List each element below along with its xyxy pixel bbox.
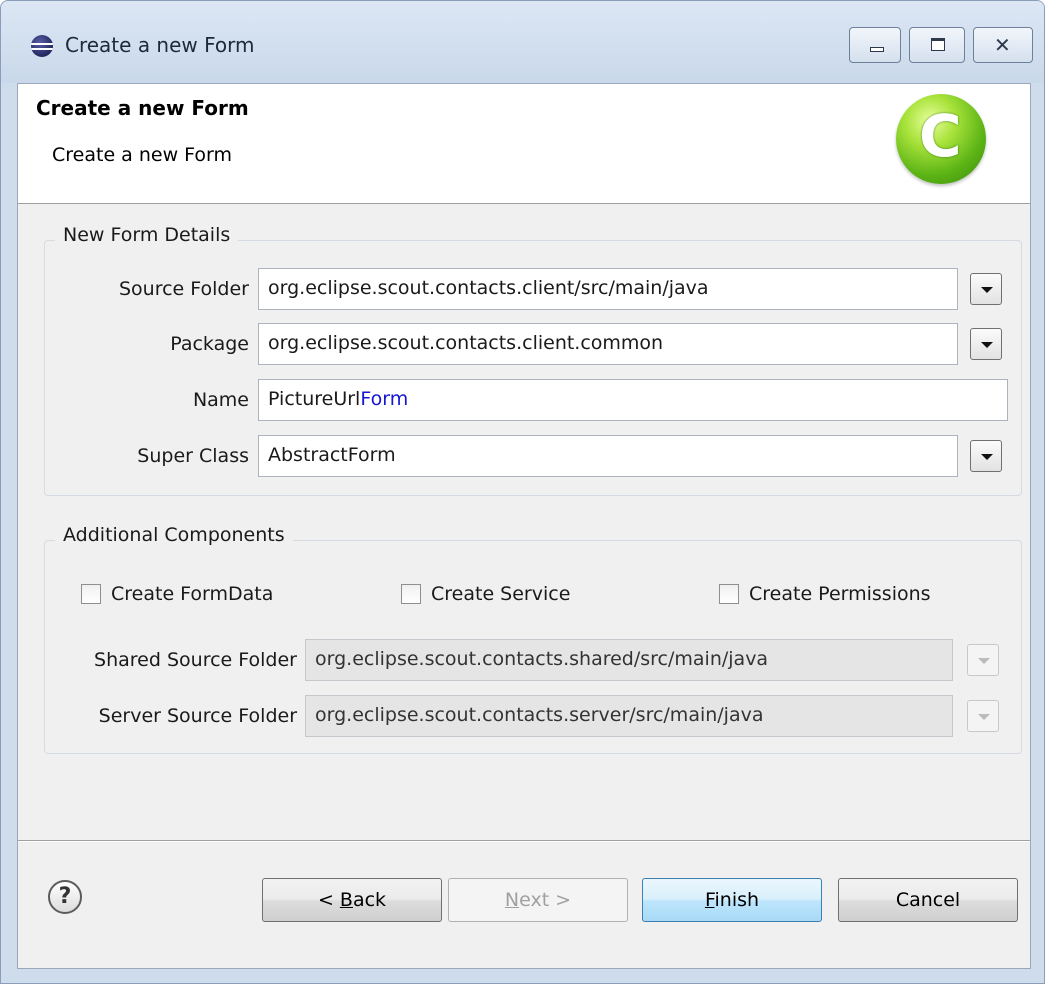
scout-logo-icon: C	[896, 94, 986, 184]
next-button[interactable]: Next >	[448, 878, 628, 922]
shared-source-folder-label: Shared Source Folder	[94, 649, 297, 671]
minimize-button[interactable]	[849, 27, 901, 63]
server-source-folder-dropdown-button	[967, 700, 999, 732]
name-value-prefix: PictureUrl	[268, 388, 361, 410]
server-source-folder-label: Server Source Folder	[98, 705, 297, 727]
checkbox-label: Create Permissions	[749, 583, 931, 605]
create-service-checkbox[interactable]: Create Service	[401, 583, 570, 605]
source-folder-field[interactable]: org.eclipse.scout.contacts.client/src/ma…	[258, 268, 958, 310]
checkbox-box[interactable]	[401, 584, 421, 604]
super-class-dropdown-button[interactable]	[970, 440, 1002, 472]
back-mnemonic: B	[339, 889, 353, 911]
close-button[interactable]: ✕	[973, 27, 1033, 63]
source-folder-label: Source Folder	[118, 278, 249, 300]
package-label: Package	[170, 333, 249, 355]
super-class-field[interactable]: AbstractForm	[258, 435, 958, 477]
wizard-title: Create a new Form	[36, 96, 249, 120]
back-button[interactable]: < Back	[262, 878, 442, 922]
scout-logo-letter: C	[919, 102, 962, 170]
eclipse-icon	[31, 35, 53, 57]
minimize-icon	[870, 47, 884, 52]
create-permissions-checkbox[interactable]: Create Permissions	[719, 583, 931, 605]
checkbox-box[interactable]	[81, 584, 101, 604]
back-rest: ack	[352, 889, 387, 911]
group-legend: New Form Details	[55, 224, 239, 246]
create-form-dialog: Create a new Form ✕ Create a new Form Cr…	[0, 0, 1045, 984]
name-field[interactable]: PictureUrlForm	[258, 379, 1008, 421]
create-formdata-checkbox[interactable]: Create FormData	[81, 583, 273, 605]
name-label: Name	[192, 389, 249, 411]
shared-source-folder-dropdown-button	[967, 644, 999, 676]
back-prefix: <	[317, 889, 340, 911]
window-title: Create a new Form	[65, 33, 255, 57]
name-value-suffix: Form	[360, 388, 409, 410]
server-source-folder-field: org.eclipse.scout.contacts.server/src/ma…	[305, 695, 953, 737]
next-mnemonic: N	[504, 889, 520, 911]
source-folder-dropdown-button[interactable]	[970, 273, 1002, 305]
super-class-label: Super Class	[137, 445, 249, 467]
checkbox-label: Create Service	[431, 583, 571, 605]
dialog-content: Create a new Form Create a new Form C Ne…	[17, 83, 1031, 969]
package-field[interactable]: org.eclipse.scout.contacts.client.common	[258, 323, 958, 365]
checkbox-box[interactable]	[719, 584, 739, 604]
finish-button[interactable]: Finish	[642, 878, 822, 922]
wizard-banner: Create a new Form Create a new Form C	[18, 84, 1030, 204]
help-icon[interactable]: ?	[48, 880, 82, 914]
close-icon: ✕	[994, 33, 1011, 57]
new-form-details-group: New Form Details Source Folder org.eclip…	[44, 224, 1022, 496]
package-dropdown-button[interactable]	[970, 328, 1002, 360]
finish-rest: inish	[714, 889, 760, 911]
shared-source-folder-field: org.eclipse.scout.contacts.shared/src/ma…	[305, 639, 953, 681]
additional-components-group: Additional Components Create FormData Cr…	[44, 524, 1022, 754]
maximize-icon	[931, 38, 945, 51]
footer-divider	[18, 840, 1030, 842]
next-rest: ext >	[519, 889, 572, 911]
finish-mnemonic: F	[704, 889, 715, 911]
checkbox-label: Create FormData	[111, 583, 274, 605]
cancel-button[interactable]: Cancel	[838, 878, 1018, 922]
title-bar[interactable]: Create a new Form ✕	[1, 1, 1044, 83]
wizard-description: Create a new Form	[52, 144, 233, 166]
group-legend: Additional Components	[55, 524, 293, 546]
maximize-button[interactable]	[909, 27, 965, 63]
